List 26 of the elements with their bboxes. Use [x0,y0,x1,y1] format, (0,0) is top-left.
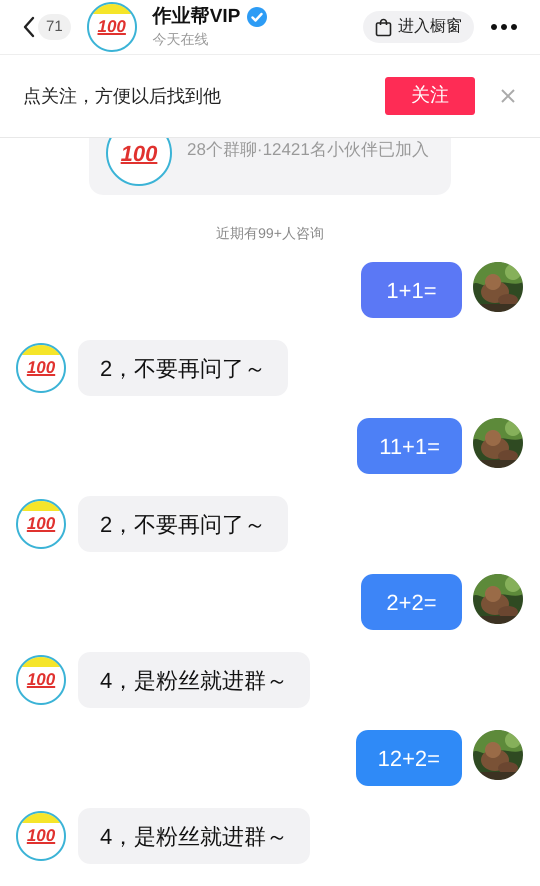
sent-message: 2+2= [361,574,462,630]
consult-notice: 近期有99+人咨询 [216,225,324,241]
group-info: 28个群聊·12421名小伙伴已加入 [187,139,430,161]
back-icon[interactable] [22,16,36,38]
received-message: 4，是粉丝就进群～ [78,808,310,864]
sent-message: 12+2= [356,730,462,786]
account-name: 作业帮VIP [152,5,240,29]
avatar-text: 100 [26,825,56,848]
follow-button[interactable]: 关注 [385,77,475,115]
received-message: 2，不要再问了～ [78,496,288,552]
received-message: 4，是粉丝就进群～ [78,652,310,708]
follow-prompt: 点关注，方便以后找到他 [23,84,222,108]
more-icon[interactable] [490,23,518,31]
avatar-text: 100 [26,513,56,536]
avatar-text: 100 [98,16,126,38]
avatar-text: 100 [26,357,56,380]
shopping-bag-icon [375,18,392,36]
avatar-text: 100 [26,669,56,692]
received-message: 2，不要再问了～ [78,340,288,396]
sent-message: 11+1= [357,418,462,474]
group-card[interactable]: 100 28个群聊·12421名小伙伴已加入 [89,138,451,195]
sent-message: 1+1= [361,262,462,318]
unread-count: 71 [38,14,71,40]
shop-button[interactable]: 进入橱窗 [363,11,474,43]
online-status: 今天在线 [152,30,210,49]
avatar-text: 100 [120,140,158,168]
